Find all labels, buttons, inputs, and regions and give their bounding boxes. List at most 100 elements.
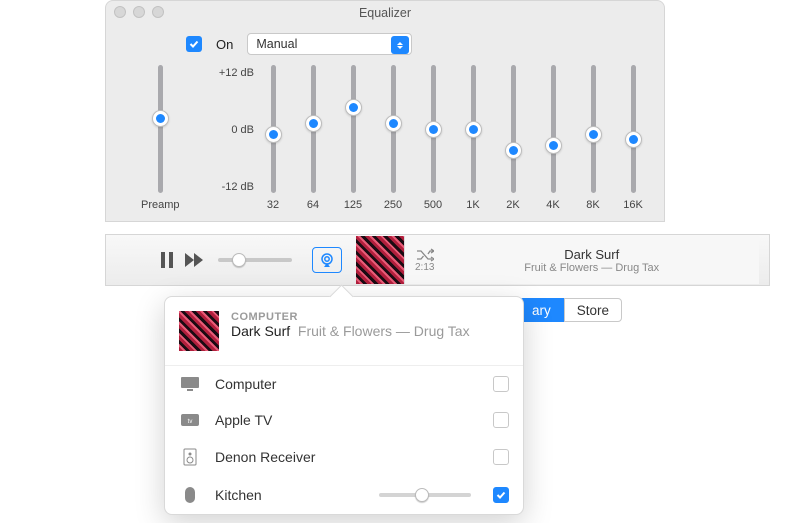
device-checkbox[interactable] [493, 449, 509, 465]
device-list: Computer tv Apple TV Denon Receiver Kitchen [165, 365, 523, 514]
preamp-label: Preamp [141, 199, 180, 211]
eq-band-4K: 4K [542, 65, 564, 211]
volume-thumb[interactable] [232, 253, 246, 267]
eq-band-slider[interactable] [551, 65, 556, 193]
shuffle-icon[interactable] [416, 248, 434, 262]
eq-band-thumb[interactable] [385, 115, 402, 132]
eq-band-slider[interactable] [391, 65, 396, 193]
eq-band-slider[interactable] [311, 65, 316, 193]
svg-text:tv: tv [188, 419, 193, 425]
eq-band-250: 250 [382, 65, 404, 211]
window-title: Equalizer [359, 6, 411, 20]
device-checkbox[interactable] [493, 376, 509, 392]
eq-band-slider[interactable] [431, 65, 436, 193]
source-label: COMPUTER [231, 311, 470, 323]
eq-band-label: 1K [466, 199, 479, 211]
album-art [356, 236, 404, 284]
eq-band-thumb[interactable] [625, 131, 642, 148]
player-bar: 2:13 Dark Surf Fruit & Flowers — Drug Ta… [105, 234, 770, 286]
device-name: Computer [215, 376, 479, 392]
device-checkbox[interactable] [493, 487, 509, 503]
eq-band-label: 2K [506, 199, 519, 211]
eq-band-slider[interactable] [511, 65, 516, 193]
eq-band-label: 4K [546, 199, 559, 211]
eq-band-32: 32 [262, 65, 284, 211]
volume-slider[interactable] [218, 258, 292, 262]
eq-band-125: 125 [342, 65, 364, 211]
zoom-icon[interactable] [152, 6, 164, 18]
eq-preset-select[interactable]: Manual [247, 33, 412, 55]
now-playing-display[interactable]: 2:13 Dark Surf Fruit & Flowers — Drug Ta… [404, 236, 759, 284]
eq-band-8K: 8K [582, 65, 604, 211]
eq-band-500: 500 [422, 65, 444, 211]
db-bot: -12 dB [205, 181, 254, 193]
eq-on-label: On [216, 37, 233, 52]
traffic-lights[interactable] [114, 6, 164, 18]
eq-band-slider[interactable] [271, 65, 276, 193]
preamp-slider[interactable] [158, 65, 163, 193]
tab-library[interactable]: ary [519, 298, 564, 322]
airplay-button[interactable] [312, 247, 342, 273]
eq-band-thumb[interactable] [465, 121, 482, 138]
device-row[interactable]: Denon Receiver [165, 438, 523, 476]
eq-bands: 32 64 125 250 500 1K 2K 4K 8K 16K [262, 65, 644, 211]
next-button[interactable] [184, 253, 206, 267]
eq-band-thumb[interactable] [505, 142, 522, 159]
album-art-small [179, 311, 219, 351]
device-checkbox[interactable] [493, 412, 509, 428]
eq-band-label: 32 [267, 199, 279, 211]
track-title: Dark Surf [434, 247, 749, 262]
eq-band-label: 500 [424, 199, 442, 211]
appletv-icon: tv [179, 412, 201, 428]
pause-button[interactable] [156, 252, 178, 268]
eq-band-slider[interactable] [631, 65, 636, 193]
eq-band-label: 16K [623, 199, 643, 211]
device-volume-thumb[interactable] [415, 488, 429, 502]
window-titlebar[interactable]: Equalizer [106, 1, 664, 25]
eq-band-thumb[interactable] [545, 137, 562, 154]
eq-band-slider[interactable] [351, 65, 356, 193]
eq-band-16K: 16K [622, 65, 644, 211]
eq-band-label: 64 [307, 199, 319, 211]
device-volume-slider[interactable] [379, 493, 471, 497]
eq-band-thumb[interactable] [345, 99, 362, 116]
popover-artist-album: Fruit & Flowers — Drug Tax [298, 323, 470, 339]
minimize-icon[interactable] [133, 6, 145, 18]
eq-band-thumb[interactable] [585, 126, 602, 143]
eq-band-slider[interactable] [471, 65, 476, 193]
device-name: Denon Receiver [215, 449, 479, 465]
eq-band-label: 125 [344, 199, 362, 211]
close-icon[interactable] [114, 6, 126, 18]
eq-band-slider[interactable] [591, 65, 596, 193]
device-row[interactable]: tv Apple TV [165, 402, 523, 438]
popover-now-playing: COMPUTER Dark Surf Fruit & Flowers — Dru… [165, 297, 523, 365]
tab-store[interactable]: Store [564, 298, 622, 322]
device-name: Kitchen [215, 487, 365, 503]
track-elapsed: 2:13 [415, 262, 434, 273]
eq-band-thumb[interactable] [305, 115, 322, 132]
db-top: +12 dB [205, 67, 254, 79]
device-row[interactable]: Kitchen [165, 476, 523, 514]
speaker-icon [179, 448, 201, 466]
eq-band-thumb[interactable] [265, 126, 282, 143]
eq-on-checkbox[interactable] [186, 36, 202, 52]
db-scale: +12 dB 0 dB -12 dB [205, 65, 262, 193]
eq-preset-value: Manual [256, 37, 297, 51]
preamp-thumb[interactable] [152, 110, 169, 127]
display-icon [179, 376, 201, 392]
popover-title: Dark Surf [231, 323, 290, 339]
device-row[interactable]: Computer [165, 366, 523, 402]
homepod-icon [179, 486, 201, 504]
chevron-updown-icon [391, 36, 409, 54]
airplay-popover: COMPUTER Dark Surf Fruit & Flowers — Dru… [164, 296, 524, 515]
eq-band-label: 250 [384, 199, 402, 211]
eq-band-1K: 1K [462, 65, 484, 211]
view-tabs: ary Store [519, 298, 622, 322]
eq-band-2K: 2K [502, 65, 524, 211]
eq-band-64: 64 [302, 65, 324, 211]
equalizer-window: Equalizer On Manual Preamp +12 dB 0 dB -… [105, 0, 665, 222]
device-name: Apple TV [215, 412, 479, 428]
eq-band-label: 8K [586, 199, 599, 211]
eq-band-thumb[interactable] [425, 121, 442, 138]
db-mid: 0 dB [205, 124, 254, 136]
